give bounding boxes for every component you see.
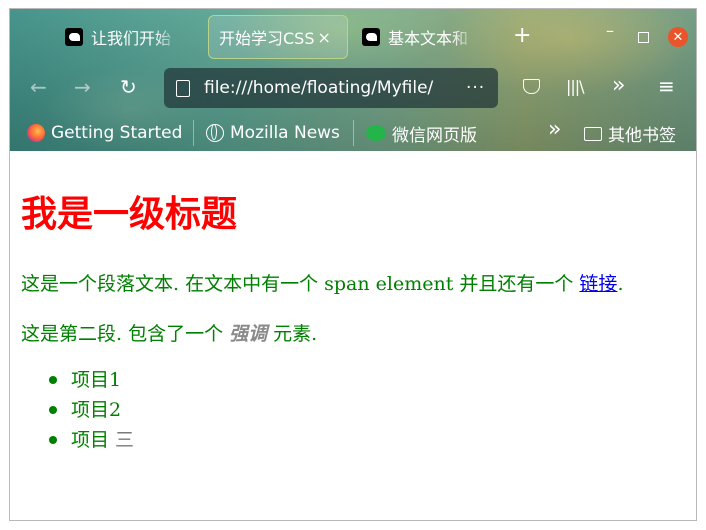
bookmark-label: 微信网页版 — [392, 125, 477, 146]
close-icon: ✕ — [672, 29, 684, 45]
tab-close-icon[interactable]: × — [318, 28, 331, 47]
page-heading: 我是一级标题 — [21, 193, 238, 235]
tab-favicon-icon — [362, 28, 380, 46]
paragraph-text: 这是一个段落文本. 在文本中有一个 span element 并且还有一个 — [21, 273, 580, 295]
bookmark-separator — [353, 120, 354, 146]
bookmark-getting-started[interactable]: Getting Started — [27, 121, 182, 145]
page-actions-button[interactable]: ··· — [466, 78, 485, 98]
list-item-muted-text: 三 — [115, 429, 135, 451]
paragraph-2: 这是第二段. 包含了一个 强调 元素. — [21, 319, 317, 346]
tab-title: 让我们开始 — [91, 29, 172, 48]
page-content: 我是一级标题 这是一个段落文本. 在文本中有一个 span element 并且… — [10, 151, 696, 520]
page-icon — [176, 79, 190, 97]
toolbar-overflow-icon[interactable]: » — [612, 73, 625, 98]
library-icon[interactable]: |||\ — [566, 77, 585, 96]
bookmark-separator — [193, 120, 194, 146]
list-item-text: 项目1 — [71, 369, 122, 391]
paragraph-link[interactable]: 链接 — [579, 273, 617, 295]
folder-icon — [584, 126, 602, 141]
list-item: 项目 三 — [21, 425, 134, 455]
bookmarks-overflow-icon[interactable]: » — [548, 117, 561, 142]
paragraph-end: . — [617, 273, 624, 295]
bookmark-wechat[interactable]: 微信网页版 — [366, 121, 477, 146]
bookmark-mozilla-news[interactable]: Mozilla News — [206, 121, 340, 145]
wechat-icon — [366, 125, 386, 141]
other-bookmarks-folder[interactable]: 其他书签 — [584, 121, 676, 146]
pocket-icon[interactable] — [523, 79, 540, 94]
tab-1[interactable]: 让我们开始 — [65, 15, 195, 59]
new-tab-button[interactable]: + — [513, 23, 531, 49]
item-list: 项目1 项目2 项目 三 — [21, 365, 134, 455]
other-bookmarks-label: 其他书签 — [608, 126, 676, 146]
list-item: 项目2 — [21, 395, 134, 425]
back-button[interactable]: ← — [30, 75, 47, 99]
list-item-text: 项目2 — [71, 399, 122, 421]
firefox-icon — [27, 124, 45, 142]
hamburger-menu-icon[interactable]: ≡ — [658, 74, 675, 98]
forward-button[interactable]: → — [74, 75, 91, 99]
paragraph-end: 元素. — [267, 323, 318, 345]
tab-title: 开始学习CSS — [219, 29, 315, 48]
list-item-text: 项目 — [71, 429, 116, 451]
bookmark-label: Mozilla News — [230, 123, 340, 143]
paragraph-text: 这是第二段. 包含了一个 — [21, 323, 230, 345]
bookmark-label: Getting Started — [51, 123, 183, 143]
browser-window: 让我们开始 开始学习CSS × 基本文本和 + – ✕ ← → ↻ file:/… — [9, 8, 697, 521]
url-bar[interactable]: file:///home/floating/Myfile/ ··· — [164, 68, 498, 108]
tab-active[interactable]: 开始学习CSS × — [208, 15, 348, 59]
maximize-button[interactable] — [638, 32, 649, 43]
list-item: 项目1 — [21, 365, 134, 395]
tab-title: 基本文本和 — [388, 29, 469, 48]
tab-favicon-icon — [65, 28, 83, 46]
globe-icon — [206, 124, 224, 142]
close-window-button[interactable]: ✕ — [668, 27, 688, 47]
url-text[interactable]: file:///home/floating/Myfile/ — [204, 78, 456, 98]
paragraph-1: 这是一个段落文本. 在文本中有一个 span element 并且还有一个 链接… — [21, 269, 623, 296]
emphasis-text: 强调 — [229, 323, 268, 345]
reload-button[interactable]: ↻ — [120, 75, 137, 99]
tab-3[interactable]: 基本文本和 — [362, 15, 507, 59]
minimize-button[interactable]: – — [606, 21, 614, 40]
